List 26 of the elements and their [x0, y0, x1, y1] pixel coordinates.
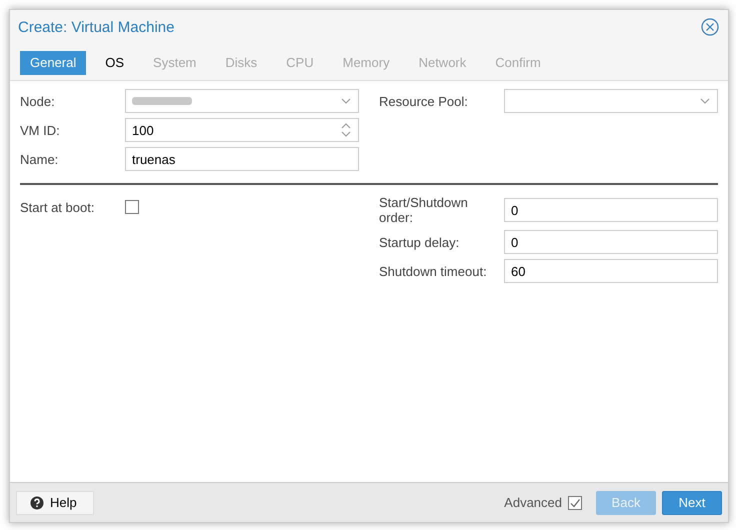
dropdown-field[interactable]	[504, 89, 718, 113]
advanced-checkbox[interactable]	[568, 496, 582, 510]
dropdown-field[interactable]	[125, 89, 359, 113]
number-field[interactable]: 100	[125, 118, 359, 142]
field-label: Start/Shutdown order:	[379, 195, 469, 225]
input-field[interactable]: 0	[504, 198, 718, 222]
field-label: Node:	[20, 94, 56, 108]
input-field[interactable]: truenas	[125, 147, 359, 171]
tab[interactable]: OS	[95, 51, 134, 75]
field-label: VM ID:	[20, 122, 61, 138]
field-label: Shutdown timeout:	[379, 264, 488, 278]
help-button[interactable]: Help	[16, 490, 94, 514]
field-label: Start at boot:	[20, 200, 96, 214]
help-icon	[30, 496, 44, 510]
window-title: Create: Virtual Machine	[18, 18, 176, 36]
tab[interactable]: General	[20, 51, 86, 75]
input-field[interactable]: 0	[504, 230, 718, 254]
next-button[interactable]: Next	[662, 490, 722, 514]
field-label: Resource Pool:	[379, 94, 469, 108]
checkbox[interactable]	[125, 200, 139, 214]
advanced-label: Advanced	[504, 495, 562, 510]
input-field[interactable]: 60	[504, 259, 718, 283]
field-label: Startup delay:	[379, 234, 460, 250]
field-label: Name:	[20, 152, 60, 166]
close-icon[interactable]	[701, 18, 719, 36]
spinner-arrows-icon[interactable]	[340, 122, 352, 138]
